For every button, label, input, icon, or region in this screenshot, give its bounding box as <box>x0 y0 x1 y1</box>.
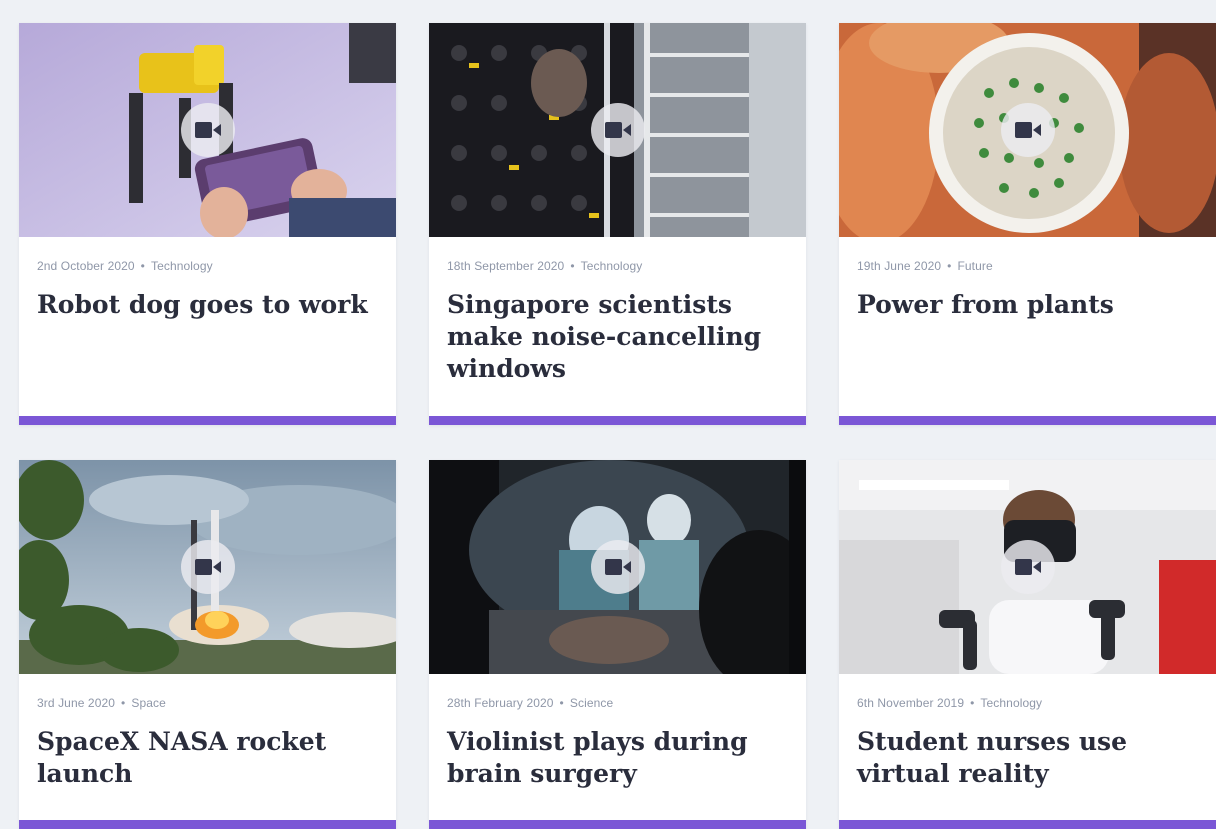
video-badge <box>590 103 645 157</box>
video-camera-icon <box>604 559 631 575</box>
article-category[interactable]: Technology <box>980 696 1042 710</box>
article-category[interactable]: Space <box>131 696 166 710</box>
article-thumbnail[interactable] <box>19 460 396 674</box>
card-accent-bar <box>429 820 806 829</box>
card-accent-bar <box>429 416 806 425</box>
article-meta: 19th June 2020 • Future <box>857 259 1216 273</box>
card-accent-bar <box>839 416 1216 425</box>
video-badge <box>590 540 645 594</box>
article-meta: 28th February 2020 • Science <box>447 696 806 710</box>
video-badge <box>180 540 235 594</box>
video-badge <box>1000 103 1055 157</box>
article-title[interactable]: Singapore scientists make noise-cancelli… <box>447 289 788 385</box>
article-card-student-nurses-vr[interactable]: 6th November 2019 • Technology Student nur… <box>839 460 1216 829</box>
article-meta: 3rd June 2020 • Space <box>37 696 396 710</box>
article-title[interactable]: Power from plants <box>857 289 1198 321</box>
card-accent-bar <box>839 820 1216 829</box>
article-thumbnail[interactable] <box>429 23 806 237</box>
article-date: 6th November 2019 <box>857 696 965 710</box>
article-card-robot-dog[interactable]: 2nd October 2020 • Technology Robot dog go… <box>19 23 396 425</box>
article-title[interactable]: SpaceX NASA rocket launch <box>37 726 378 790</box>
article-card-power-from-plants[interactable]: 19th June 2020 • Future Power from plants <box>839 23 1216 425</box>
article-date: 18th September 2020 <box>447 259 565 273</box>
article-category[interactable]: Technology <box>151 259 213 273</box>
meta-separator: • <box>970 696 975 710</box>
video-camera-icon <box>194 559 221 575</box>
article-thumbnail[interactable] <box>839 23 1216 237</box>
card-accent-bar <box>19 416 396 425</box>
article-thumbnail[interactable] <box>19 23 396 237</box>
video-camera-icon <box>604 122 631 138</box>
article-meta: 2nd October 2020 • Technology <box>37 259 396 273</box>
article-date: 3rd June 2020 <box>37 696 116 710</box>
article-date: 2nd October 2020 <box>37 259 135 273</box>
meta-separator: • <box>947 259 952 273</box>
article-date: 19th June 2020 <box>857 259 942 273</box>
video-camera-icon <box>1014 122 1041 138</box>
video-badge <box>1000 540 1055 594</box>
meta-separator: • <box>121 696 126 710</box>
article-category[interactable]: Science <box>570 696 613 710</box>
card-accent-bar <box>19 820 396 829</box>
video-camera-icon <box>1014 559 1041 575</box>
article-category[interactable]: Technology <box>581 259 643 273</box>
video-badge <box>180 103 235 157</box>
article-title[interactable]: Robot dog goes to work <box>37 289 378 321</box>
article-card-violinist-surgery[interactable]: 28th February 2020 • Science Violinist pla… <box>429 460 806 829</box>
article-grid: 2nd October 2020 • Technology Robot dog go… <box>0 0 1216 829</box>
meta-separator: • <box>559 696 564 710</box>
video-camera-icon <box>194 122 221 138</box>
article-title[interactable]: Student nurses use virtual reality <box>857 726 1198 790</box>
article-date: 28th February 2020 <box>447 696 554 710</box>
article-thumbnail[interactable] <box>839 460 1216 674</box>
article-thumbnail[interactable] <box>429 460 806 674</box>
meta-separator: • <box>570 259 575 273</box>
article-title[interactable]: Violinist plays during brain surgery <box>447 726 788 790</box>
article-meta: 6th November 2019 • Technology <box>857 696 1216 710</box>
article-card-spacex-launch[interactable]: 3rd June 2020 • Space SpaceX NASA rocket l… <box>19 460 396 829</box>
article-category[interactable]: Future <box>957 259 992 273</box>
meta-separator: • <box>140 259 145 273</box>
article-card-noise-cancelling-windows[interactable]: 18th September 2020 • Technology Singapore… <box>429 23 806 425</box>
article-meta: 18th September 2020 • Technology <box>447 259 806 273</box>
